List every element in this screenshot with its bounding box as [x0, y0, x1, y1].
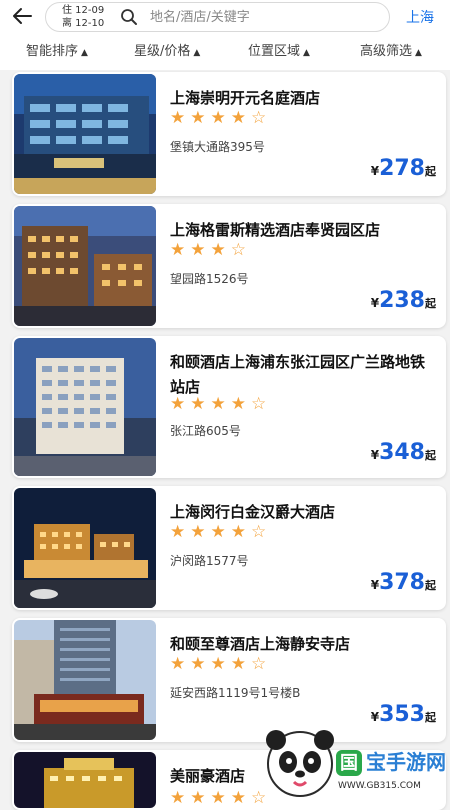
filter-label: 位置区域 [248, 44, 301, 59]
checkout-date: 离 12-10 [62, 18, 105, 29]
hotel-card[interactable]: 上海闵行白金汉爵大酒店 ★★★★☆ 沪闵路1577号 ¥378起 [12, 486, 446, 610]
chevron-up-icon: ▲ [415, 48, 422, 58]
price-value: 278 [379, 156, 425, 181]
price-value: 378 [379, 570, 425, 595]
hotel-card[interactable]: 上海格雷斯精选酒店奉贤园区店 ★★★☆ 望园路1526号 ¥238起 [12, 204, 446, 328]
hotel-photo [14, 206, 156, 326]
price-suffix: 起 [425, 165, 436, 178]
filter-location[interactable]: 位置区域 ▲ [248, 40, 310, 59]
star-rating: ★★★★☆ [170, 394, 272, 414]
filter-advanced[interactable]: 高级筛选 ▲ [360, 40, 422, 59]
date-range[interactable]: 住 12-09 离 12-10 [62, 4, 104, 30]
hotel-price: ¥348起 [371, 440, 436, 465]
filter-label: 高级筛选 [360, 44, 413, 59]
currency-symbol: ¥ [370, 710, 380, 724]
currency-symbol: ¥ [370, 448, 380, 462]
search-input[interactable] [150, 7, 370, 27]
hotel-card[interactable]: 和颐至尊酒店上海静安寺店 ★★★★☆ 延安西路1119号1号楼B ¥353起 [12, 618, 446, 742]
search-icon [120, 8, 138, 26]
star-rating: ★★★★☆ [170, 654, 272, 674]
hotel-card[interactable]: 和颐酒店上海浦东张江园区广兰路地铁站店 ★★★★☆ 张江路605号 ¥348起 [12, 336, 446, 478]
currency-symbol: ¥ [370, 296, 380, 310]
watermark-logo: 国 宝手游网 WWW.GB315.COM [262, 728, 450, 800]
hotel-photo [14, 620, 156, 740]
hotel-photo [14, 488, 156, 608]
hotel-address: 张江路605号 [170, 424, 241, 438]
price-value: 238 [379, 288, 425, 313]
hotel-price: ¥238起 [371, 288, 436, 313]
svg-text:宝手游网: 宝手游网 [366, 750, 446, 774]
hotel-photo [14, 338, 156, 476]
star-rating: ★★★★☆ [170, 522, 272, 542]
city-selector[interactable]: 上海 [406, 7, 434, 27]
hotel-address: 堡镇大通路395号 [170, 140, 265, 154]
filter-star-price[interactable]: 星级/价格 ▲ [134, 40, 200, 59]
svg-text:国: 国 [340, 753, 358, 774]
hotel-address: 沪闵路1577号 [170, 554, 249, 568]
checkin-date: 住 12-09 [62, 5, 105, 16]
filter-label: 智能排序 [26, 44, 79, 59]
price-value: 348 [379, 440, 425, 465]
filter-label: 星级/价格 [134, 44, 191, 59]
hotel-price: ¥353起 [371, 702, 436, 727]
price-suffix: 起 [425, 297, 436, 310]
star-rating: ★★★★☆ [170, 108, 272, 128]
hotel-price: ¥278起 [371, 156, 436, 181]
star-rating: ★★★★☆ [170, 788, 272, 808]
top-bar: 住 12-09 离 12-10 上海 智能排序▲ 星级/价格▲ 位置区域▲ 高级… [0, 0, 450, 70]
back-arrow-icon[interactable] [10, 6, 34, 28]
hotel-card[interactable]: 上海崇明开元名庭酒店 ★★★★☆ 堡镇大通路395号 ¥278起 [12, 72, 446, 196]
hotel-name: 和颐酒店上海浦东张江园区广兰路地铁站店 [170, 353, 426, 396]
hotel-price: ¥378起 [371, 570, 436, 595]
price-suffix: 起 [425, 449, 436, 462]
chevron-up-icon: ▲ [193, 48, 201, 58]
currency-symbol: ¥ [370, 164, 380, 178]
chevron-up-icon: ▲ [81, 48, 88, 58]
price-suffix: 起 [425, 579, 436, 592]
hotel-photo [14, 74, 156, 194]
star-rating: ★★★☆ [170, 240, 251, 260]
chevron-up-icon: ▲ [303, 48, 310, 58]
hotel-address: 望园路1526号 [170, 272, 249, 286]
search-bar[interactable]: 住 12-09 离 12-10 [45, 2, 390, 32]
price-suffix: 起 [425, 711, 436, 724]
filter-sort[interactable]: 智能排序 ▲ [26, 40, 88, 59]
price-value: 353 [379, 702, 425, 727]
filter-bar: 智能排序 ▲ 星级/价格 ▲ 位置区域 ▲ 高级筛选 ▲ [0, 38, 450, 62]
hotel-address: 延安西路1119号1号楼B [170, 686, 301, 700]
currency-symbol: ¥ [370, 578, 380, 592]
svg-text:WWW.GB315.COM: WWW.GB315.COM [338, 781, 421, 791]
